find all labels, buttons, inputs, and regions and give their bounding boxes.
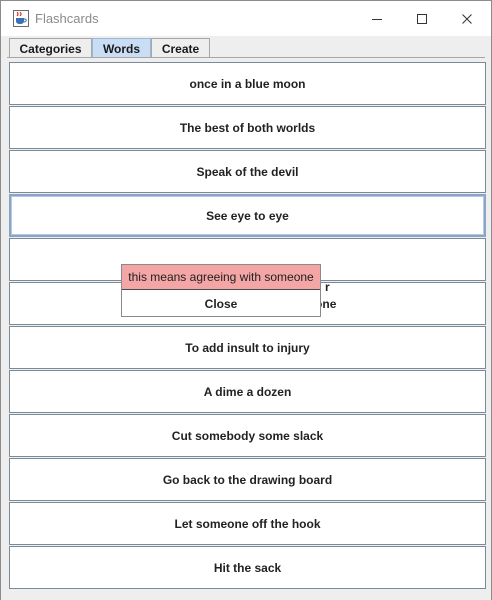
word-card[interactable]: A dime a dozen: [9, 370, 486, 413]
java-coffee-cup-icon: [13, 10, 29, 27]
popup-close-button[interactable]: Close: [122, 291, 320, 316]
close-window-button[interactable]: [444, 1, 490, 36]
maximize-icon: [416, 13, 428, 25]
minimize-icon: [371, 13, 383, 25]
app-window: Flashcards Categories Words Create once …: [0, 0, 492, 600]
word-card[interactable]: The best of both worlds: [9, 106, 486, 149]
minimize-button[interactable]: [354, 1, 400, 36]
definition-popup: this means agreeing with someone Close: [121, 264, 321, 317]
close-icon: [461, 13, 473, 25]
maximize-button[interactable]: [399, 1, 445, 36]
word-card[interactable]: Cut somebody some slack: [9, 414, 486, 457]
word-card[interactable]: To add insult to injury: [9, 326, 486, 369]
window-title: Flashcards: [35, 11, 99, 26]
obscured-card-text: r: [325, 280, 330, 294]
word-card[interactable]: Speak of the devil: [9, 150, 486, 193]
definition-text: this means agreeing with someone: [122, 265, 320, 290]
word-card[interactable]: Hit the sack: [9, 546, 486, 589]
word-card[interactable]: Go back to the drawing board: [9, 458, 486, 501]
words-panel: once in a blue moon The best of both wor…: [7, 60, 487, 592]
tab-words[interactable]: Words: [92, 38, 151, 58]
tab-divider: [7, 57, 485, 58]
tab-categories[interactable]: Categories: [9, 38, 92, 58]
title-bar[interactable]: Flashcards: [1, 1, 491, 36]
tab-create[interactable]: Create: [151, 38, 210, 58]
word-card[interactable]: Let someone off the hook: [9, 502, 486, 545]
word-card-focused[interactable]: See eye to eye: [9, 194, 486, 237]
word-card[interactable]: once in a blue moon: [9, 62, 486, 105]
content-area: Categories Words Create once in a blue m…: [1, 36, 491, 600]
